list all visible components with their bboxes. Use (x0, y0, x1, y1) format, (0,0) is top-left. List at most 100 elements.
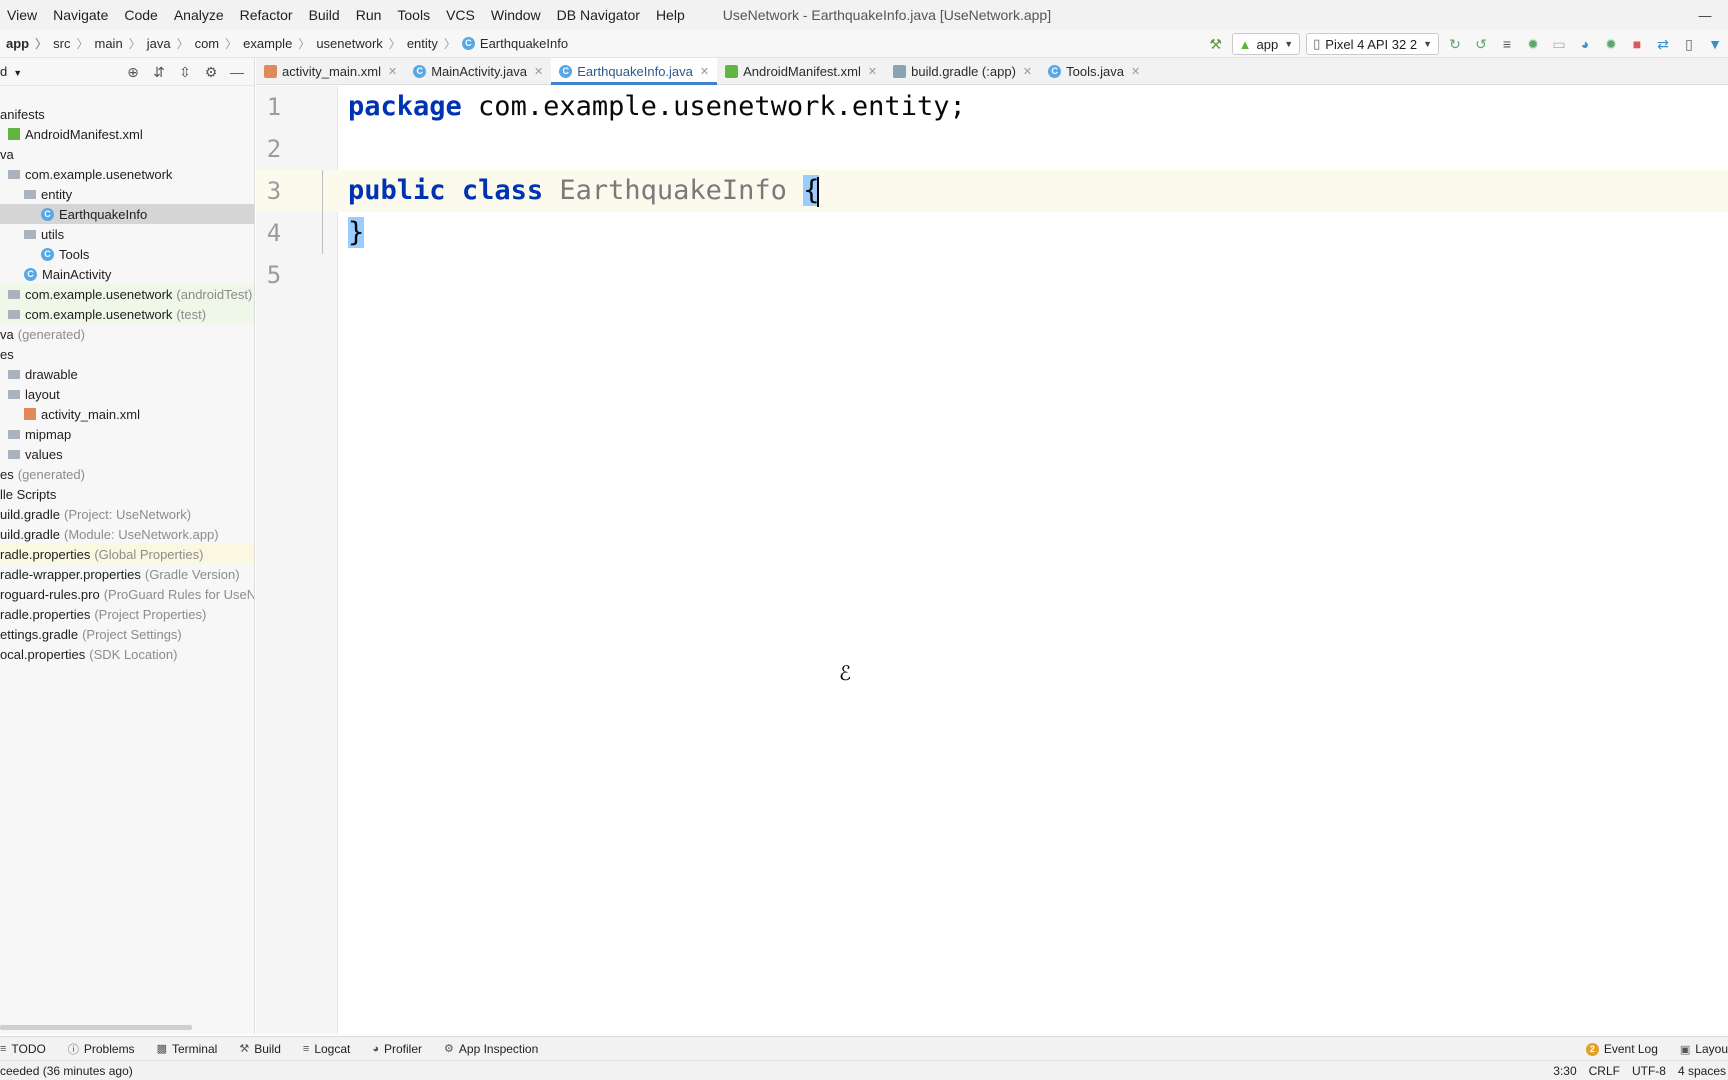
breadcrumb-earthquakeinfo[interactable]: C EarthquakeInfo (456, 36, 568, 51)
editor-tab[interactable]: AndroidManifest.xml ✕ (717, 58, 885, 84)
editor-tab[interactable]: C EarthquakeInfo.java ✕ (551, 58, 718, 85)
close-icon[interactable]: ✕ (534, 65, 543, 78)
tree-item[interactable]: uild.gradle (Module: UseNetwork.app) (0, 524, 254, 544)
breadcrumb-java[interactable]: java 〉 (141, 35, 189, 52)
breadcrumb-main[interactable]: main 〉 (89, 35, 141, 52)
menu-vcs[interactable]: VCS (438, 7, 483, 23)
menu-db-navigator[interactable]: DB Navigator (549, 7, 648, 23)
file-encoding[interactable]: UTF-8 (1626, 1064, 1672, 1078)
event-log-button[interactable]: 2 Event Log (1575, 1042, 1669, 1056)
build-tool-button[interactable]: ⚒ Build (228, 1042, 292, 1056)
collapse-all-icon[interactable]: ⇳ (172, 64, 198, 81)
gear-icon[interactable]: ⚙ (198, 64, 224, 81)
tree-item[interactable]: ocal.properties (SDK Location) (0, 644, 254, 664)
tree-item[interactable]: anifests (0, 104, 254, 124)
profiler-icon[interactable]: ◕ (1572, 31, 1598, 57)
tree-item[interactable]: uild.gradle (Project: UseNetwork) (0, 504, 254, 524)
menu-navigate[interactable]: Navigate (45, 7, 116, 23)
apply-changes-icon[interactable]: ↺ (1468, 31, 1494, 57)
menu-refactor[interactable]: Refactor (232, 7, 301, 23)
editor-tab[interactable]: C MainActivity.java ✕ (405, 58, 551, 84)
breadcrumb-example[interactable]: example 〉 (237, 35, 310, 52)
close-icon[interactable]: ✕ (1023, 65, 1032, 78)
tree-item[interactable]: radle.properties (Project Properties) (0, 604, 254, 624)
tree-item[interactable]: com.example.usenetwork (0, 164, 254, 184)
device-manager-icon[interactable]: ▯ (1676, 31, 1702, 57)
breadcrumb-com[interactable]: com 〉 (189, 35, 238, 52)
breadcrumb-usenetwork[interactable]: usenetwork 〉 (310, 35, 401, 52)
tree-item[interactable]: entity (0, 184, 254, 204)
tree-item[interactable]: utils (0, 224, 254, 244)
status-message[interactable]: ceeded (36 minutes ago) (0, 1064, 133, 1078)
tree-item[interactable]: ettings.gradle (Project Settings) (0, 624, 254, 644)
indent-setting[interactable]: 4 spaces (1672, 1064, 1728, 1078)
menu-run[interactable]: Run (348, 7, 390, 23)
minimize-icon[interactable]: — (1682, 0, 1728, 30)
breadcrumb-entity[interactable]: entity 〉 (401, 35, 456, 52)
editor-tab[interactable]: build.gradle (:app) ✕ (885, 58, 1040, 84)
hide-panel-icon[interactable]: — (224, 64, 250, 80)
close-icon[interactable]: ✕ (1131, 65, 1140, 78)
menu-help[interactable]: Help (648, 7, 693, 23)
horizontal-scrollbar[interactable] (0, 1025, 192, 1030)
locate-icon[interactable]: ⊕ (120, 64, 146, 81)
close-icon[interactable]: ✕ (868, 65, 877, 78)
tree-item[interactable]: activity_main.xml (0, 404, 254, 424)
breadcrumb-src[interactable]: src 〉 (47, 35, 88, 52)
sdk-manager-icon[interactable]: ▼ (1702, 31, 1728, 57)
tree-item[interactable]: layout (0, 384, 254, 404)
tree-item[interactable]: com.example.usenetwork (test) (0, 304, 254, 324)
fold-indicator[interactable] (322, 170, 323, 254)
caret-position[interactable]: 3:30 (1547, 1064, 1582, 1078)
apply-code-changes-icon[interactable]: ≡ (1494, 31, 1520, 57)
tree-item[interactable]: lle Scripts (0, 484, 254, 504)
breadcrumb-app[interactable]: app 〉 (0, 35, 47, 52)
tree-item[interactable]: values (0, 444, 254, 464)
build-hammer-icon[interactable]: ⚒ (1203, 31, 1229, 57)
tree-item[interactable]: C MainActivity (0, 264, 254, 284)
terminal-tool-button[interactable]: ▩ Terminal (146, 1042, 229, 1056)
tree-item[interactable]: com.example.usenetwork (androidTest) (0, 284, 254, 304)
app-inspection-tool-button[interactable]: ⚙ App Inspection (433, 1042, 549, 1056)
close-icon[interactable]: ✕ (388, 65, 397, 78)
project-view-selector[interactable]: d ▼ (0, 64, 22, 79)
tree-item-label: com.example.usenetwork (25, 286, 173, 302)
tree-item[interactable]: mipmap (0, 424, 254, 444)
sync-gradle-icon[interactable]: ⇄ (1650, 31, 1676, 57)
tree-item[interactable]: C EarthquakeInfo (0, 204, 254, 224)
tree-item[interactable]: roguard-rules.pro (ProGuard Rules for Use… (0, 584, 254, 604)
tree-item[interactable]: drawable (0, 364, 254, 384)
editor-tab[interactable]: activity_main.xml ✕ (256, 58, 405, 84)
device-dropdown[interactable]: ▯ Pixel 4 API 32 2 ▼ (1306, 33, 1439, 55)
attach-process-icon[interactable]: ✹ (1598, 31, 1624, 57)
editor-tab[interactable]: C Tools.java ✕ (1040, 58, 1148, 84)
rerun-icon[interactable]: ↻ (1442, 31, 1468, 57)
run-config-dropdown[interactable]: ▲ app ▼ (1231, 33, 1301, 55)
menu-analyze[interactable]: Analyze (166, 7, 232, 23)
tree-item[interactable]: radle-wrapper.properties (Gradle Version) (0, 564, 254, 584)
menu-window[interactable]: Window (483, 7, 549, 23)
problems-tool-button[interactable]: ⓘ Problems (57, 1041, 146, 1057)
tree-item[interactable]: AndroidManifest.xml (0, 124, 254, 144)
line-separator[interactable]: CRLF (1583, 1064, 1626, 1078)
expand-all-icon[interactable]: ⇵ (146, 64, 172, 81)
tree-item[interactable]: C Tools (0, 244, 254, 264)
debug-icon[interactable]: ✹ (1520, 31, 1546, 57)
code-editor[interactable]: 1 2 3 4 5 package com.example.usenetwork… (256, 86, 1728, 1034)
stop-icon[interactable]: ■ (1624, 31, 1650, 57)
attach-debugger-icon[interactable]: ▭ (1546, 31, 1572, 57)
menu-tools[interactable]: Tools (389, 7, 438, 23)
tree-item[interactable]: va (generated) (0, 324, 254, 344)
close-icon[interactable]: ✕ (700, 65, 709, 78)
menu-code[interactable]: Code (116, 7, 165, 23)
menu-view[interactable]: View (0, 7, 45, 23)
tree-item[interactable]: es (0, 344, 254, 364)
layout-inspector-button[interactable]: ▣ Layou (1669, 1042, 1728, 1056)
logcat-tool-button[interactable]: ≡ Logcat (292, 1042, 361, 1056)
tree-item[interactable]: radle.properties (Global Properties) (0, 544, 254, 564)
menu-build[interactable]: Build (301, 7, 348, 23)
profiler-tool-button[interactable]: ◕ Profiler (361, 1042, 433, 1056)
tree-item[interactable]: va (0, 144, 254, 164)
todo-tool-button[interactable]: ≡ TODO (0, 1042, 57, 1056)
tree-item[interactable]: es (generated) (0, 464, 254, 484)
